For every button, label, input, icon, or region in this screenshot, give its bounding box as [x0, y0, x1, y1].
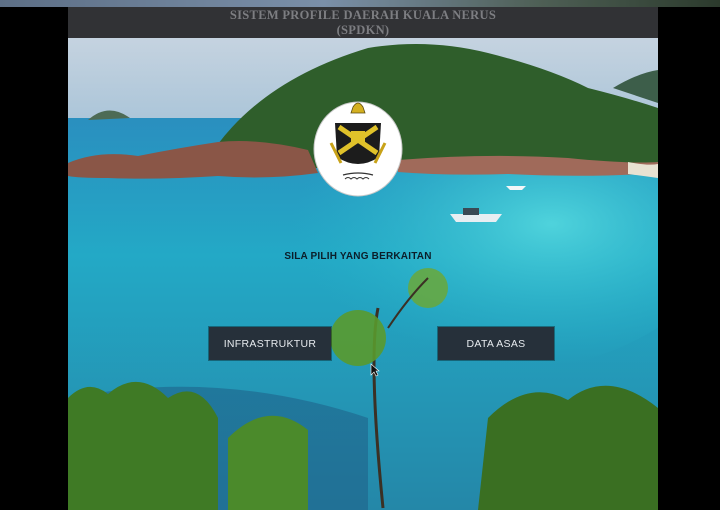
- right-black-border: [658, 7, 720, 510]
- boat: [450, 214, 502, 222]
- foreground-foliage-left: [68, 381, 218, 510]
- app-title-abbreviation: (SPDKN): [336, 23, 390, 37]
- infrastruktur-button[interactable]: INFRASTRUKTUR: [209, 327, 331, 360]
- app-window: SISTEM PROFILE DAERAH KUALA NERUS (SPDKN…: [68, 7, 658, 510]
- tree-foliage-top: [408, 268, 448, 308]
- data-asas-button[interactable]: DATA ASAS: [438, 327, 554, 360]
- foreground-foliage-center: [228, 415, 308, 510]
- boat-cabin: [463, 208, 479, 215]
- foreground-foliage-right: [478, 385, 658, 510]
- app-title: SISTEM PROFILE DAERAH KUALA NERUS: [229, 8, 497, 22]
- mouse-cursor-icon: [370, 363, 380, 377]
- top-window-strip: [0, 0, 720, 7]
- terengganu-crest-icon: [313, 101, 403, 197]
- tree-foliage: [330, 310, 386, 366]
- selection-prompt: SILA PILIH YANG BERKAITAN: [284, 251, 432, 262]
- title-bar: SISTEM PROFILE DAERAH KUALA NERUS (SPDKN…: [68, 7, 658, 38]
- left-black-border: [0, 7, 68, 510]
